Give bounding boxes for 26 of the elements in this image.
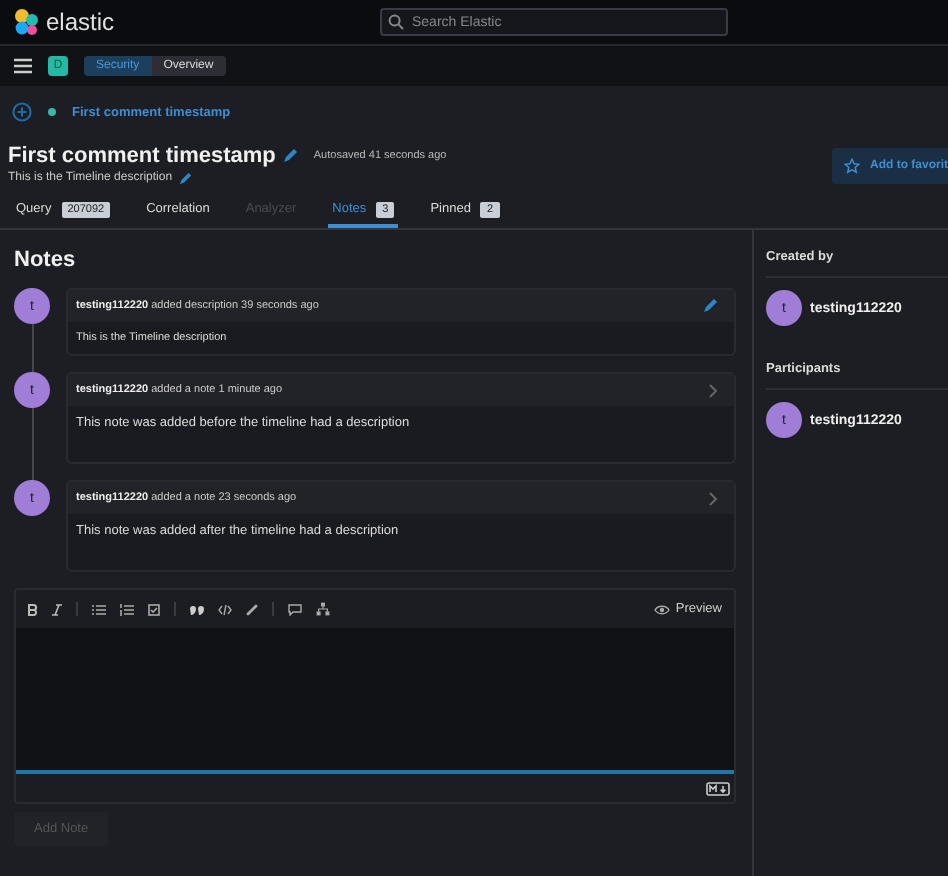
status-dot-icon [48,108,56,116]
star-icon [844,158,860,174]
markdown-icon [706,781,730,795]
bullet-list-icon[interactable] [92,603,106,615]
notes-heading: Notes [14,248,78,272]
pencil-icon[interactable] [178,171,193,185]
chevron-right-icon[interactable] [708,383,718,397]
bold-icon[interactable] [28,603,38,615]
comment-icon[interactable] [288,603,302,615]
checkbox-icon[interactable] [148,603,160,615]
italic-icon[interactable] [52,603,62,615]
timeline-title: First comment timestamp [8,143,276,167]
note-input[interactable] [16,628,734,774]
logo-text: elastic [46,8,115,36]
chevron-right-icon[interactable] [708,491,718,505]
pencil-icon[interactable] [702,298,718,314]
code-icon[interactable] [218,603,232,615]
hierarchy-icon[interactable] [316,602,330,616]
add-icon[interactable] [12,102,32,122]
menu-icon[interactable] [14,58,32,74]
numbered-list-icon[interactable] [120,603,134,615]
eye-icon [653,603,670,615]
quote-icon[interactable] [190,603,204,615]
logo-icon [12,8,40,36]
search-icon [388,14,404,30]
pencil-icon[interactable] [281,147,298,163]
